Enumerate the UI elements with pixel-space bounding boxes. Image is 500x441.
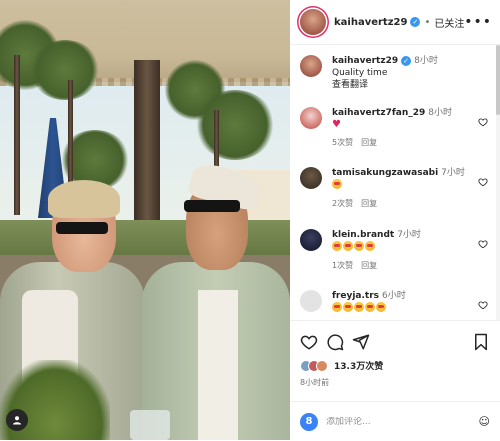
comment-like-count[interactable]: 5次赞 <box>332 138 353 147</box>
comment-like-heart-icon[interactable] <box>478 239 488 249</box>
commenter-avatar[interactable] <box>300 290 322 312</box>
follow-state-button[interactable]: 已关注 <box>434 15 464 30</box>
heart-eyes-emoji <box>365 302 375 312</box>
commenter-username[interactable]: tamisakungzawasabi <box>332 168 438 178</box>
comment-time: 7小时 <box>441 168 465 178</box>
heart-eyes-emoji <box>365 241 375 251</box>
commenter-username[interactable]: kaihavertz7fan_29 <box>332 108 425 118</box>
comment-like-heart-icon[interactable] <box>478 117 488 127</box>
comment-reply-link[interactable]: 回复 <box>361 199 377 208</box>
photo-person-right-sunglasses <box>184 200 240 212</box>
heart-eyes-emoji <box>343 302 353 312</box>
current-user-avatar: 8 <box>300 412 318 431</box>
comment-like-heart-icon[interactable] <box>478 300 488 310</box>
scrollbar-thumb[interactable] <box>496 45 500 115</box>
send-icon[interactable] <box>352 333 370 351</box>
red-heart-emoji: ♥ <box>332 119 341 130</box>
photo-glass <box>130 410 170 440</box>
heart-eyes-emoji <box>332 241 342 251</box>
bookmark-icon[interactable] <box>472 333 490 351</box>
user-tag-icon[interactable] <box>6 409 28 431</box>
commenter-username[interactable]: klein.brandt <box>332 230 394 240</box>
action-icons <box>300 333 490 353</box>
post-photo[interactable] <box>0 0 290 440</box>
author-avatar[interactable] <box>300 9 326 35</box>
comment-like-count[interactable]: 2次赞 <box>332 199 353 208</box>
photo-person-right-tee <box>198 290 238 440</box>
smiley-icon[interactable]: ☺ <box>479 415 490 428</box>
post-time: 8小时前 <box>300 378 330 387</box>
post-actions: 13.3万次赞 8小时前 8 ☺ <box>290 320 500 440</box>
comment-item: klein.brandt 7小时 1次赞 回复 <box>300 229 490 272</box>
heart-eyes-emoji <box>343 241 353 251</box>
comment-reply-link[interactable]: 回复 <box>361 138 377 147</box>
likes-count[interactable]: 13.3万次赞 <box>334 359 383 372</box>
likes-row[interactable]: 13.3万次赞 <box>300 359 383 372</box>
instagram-post-modal: kaihavertz29 ✓ • 已关注 ••• kaihavertz29 ✓ 8小… <box>0 0 500 440</box>
comment-input[interactable] <box>326 416 456 427</box>
photo-palm-trunk <box>14 55 20 215</box>
comment-time: 7小时 <box>397 230 421 240</box>
commenter-username[interactable]: freyja.trs <box>332 291 379 301</box>
comment-like-count[interactable]: 1次赞 <box>332 261 353 270</box>
verified-badge-icon: ✓ <box>401 56 412 66</box>
comment-item: kaihavertz7fan_29 8小时 ♥ 5次赞 回复 <box>300 107 490 149</box>
caption-avatar[interactable] <box>300 55 322 77</box>
heart-icon[interactable] <box>300 333 318 351</box>
heart-eyes-emoji <box>332 179 342 189</box>
comment-meta: 1次赞 回复 <box>332 260 490 272</box>
heart-eyes-emoji <box>354 241 364 251</box>
photo-palm <box>195 90 275 160</box>
commenter-avatar[interactable] <box>300 229 322 251</box>
comment-item: freyja.trs 6小时 <box>300 290 490 315</box>
photo-palm <box>30 40 100 100</box>
caption: kaihavertz29 ✓ 8小时 Quality time 查看翻译 <box>300 55 490 91</box>
comment-like-heart-icon[interactable] <box>478 177 488 187</box>
heart-eyes-emoji <box>332 302 342 312</box>
verified-badge-icon: ✓ <box>410 17 421 27</box>
comment-item: tamisakungzawasabi 7小时 2次赞 回复 <box>300 167 490 210</box>
comments-scrollbar[interactable] <box>496 45 500 320</box>
photo-person-left-sunglasses <box>56 222 108 234</box>
translate-link[interactable]: 查看翻译 <box>332 79 490 91</box>
post-header: kaihavertz29 ✓ • 已关注 ••• <box>290 0 500 45</box>
comment-meta: 2次赞 回复 <box>332 198 490 210</box>
commenter-avatar[interactable] <box>300 107 322 129</box>
post-side-panel: kaihavertz29 ✓ • 已关注 ••• kaihavertz29 ✓ 8小… <box>290 0 500 440</box>
heart-eyes-emoji <box>376 302 386 312</box>
commenter-avatar[interactable] <box>300 167 322 189</box>
comment-meta: 5次赞 回复 <box>332 137 490 149</box>
more-options-icon[interactable]: ••• <box>464 14 492 30</box>
comment-icon[interactable] <box>326 333 344 351</box>
caption-text: Quality time <box>332 68 388 78</box>
header-separator: • <box>424 16 431 28</box>
comment-emoji-row <box>332 241 490 254</box>
caption-username[interactable]: kaihavertz29 <box>332 56 398 66</box>
comment-time: 6小时 <box>382 291 406 301</box>
comment-reply-link[interactable]: 回复 <box>361 261 377 270</box>
heart-eyes-emoji <box>354 302 364 312</box>
comment-emoji-row <box>332 302 490 315</box>
liker-avatar <box>316 359 328 372</box>
comment-composer: 8 ☺ <box>290 401 500 441</box>
author-username[interactable]: kaihavertz29 <box>334 17 407 28</box>
comments-list[interactable]: kaihavertz29 ✓ 8小时 Quality time 查看翻译 kaiha… <box>290 45 496 320</box>
comment-time: 8小时 <box>428 108 452 118</box>
caption-time: 8小时 <box>414 56 438 66</box>
comment-emoji-row <box>332 179 490 192</box>
photo-person-left-hair <box>48 180 120 218</box>
